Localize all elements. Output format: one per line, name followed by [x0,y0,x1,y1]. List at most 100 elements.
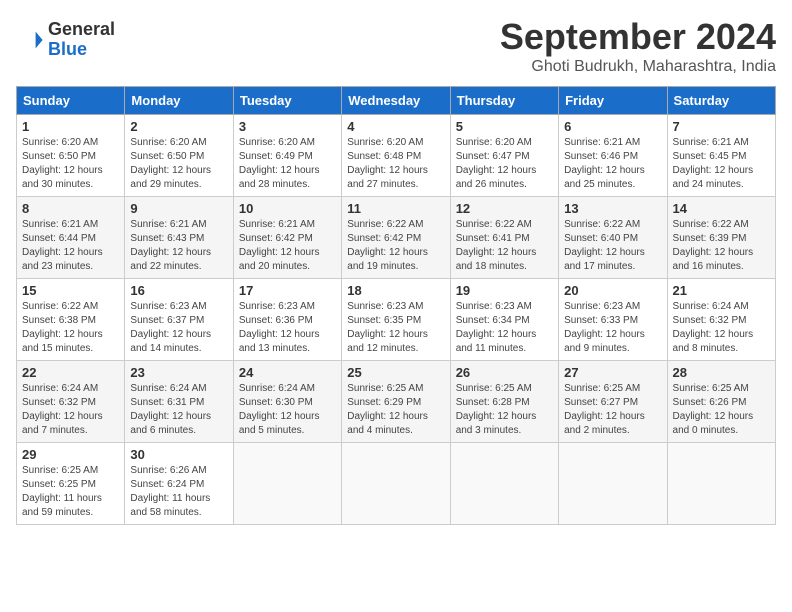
day-detail: Sunrise: 6:22 AMSunset: 6:39 PMDaylight:… [673,218,770,274]
day-detail: Sunrise: 6:24 AMSunset: 6:30 PMDaylight:… [239,382,336,438]
day-header-friday: Friday [559,87,667,115]
month-title: September 2024 [500,16,776,58]
day-number: 10 [239,201,336,216]
calendar-cell: 30 Sunrise: 6:26 AMSunset: 6:24 PMDayligh… [125,443,233,525]
logo: General Blue [16,20,115,60]
day-detail: Sunrise: 6:24 AMSunset: 6:32 PMDaylight:… [673,300,770,356]
day-header-monday: Monday [125,87,233,115]
day-number: 29 [22,447,119,462]
day-detail: Sunrise: 6:23 AMSunset: 6:35 PMDaylight:… [347,300,444,356]
day-number: 14 [673,201,770,216]
day-detail: Sunrise: 6:21 AMSunset: 6:43 PMDaylight:… [130,218,227,274]
calendar-cell: 6 Sunrise: 6:21 AMSunset: 6:46 PMDaylight… [559,115,667,197]
day-detail: Sunrise: 6:20 AMSunset: 6:50 PMDaylight:… [22,136,119,192]
calendar-cell: 29 Sunrise: 6:25 AMSunset: 6:25 PMDayligh… [17,443,125,525]
calendar-cell: 21 Sunrise: 6:24 AMSunset: 6:32 PMDayligh… [667,279,775,361]
day-number: 13 [564,201,661,216]
calendar-cell: 5 Sunrise: 6:20 AMSunset: 6:47 PMDaylight… [450,115,558,197]
day-number: 26 [456,365,553,380]
calendar-cell: 4 Sunrise: 6:20 AMSunset: 6:48 PMDaylight… [342,115,450,197]
day-header-saturday: Saturday [667,87,775,115]
day-number: 30 [130,447,227,462]
day-number: 15 [22,283,119,298]
week-row-1: 1 Sunrise: 6:20 AMSunset: 6:50 PMDaylight… [17,115,776,197]
day-number: 9 [130,201,227,216]
day-detail: Sunrise: 6:23 AMSunset: 6:34 PMDaylight:… [456,300,553,356]
calendar-cell: 12Sunrise: 6:22 AMSunset: 6:41 PMDayligh… [450,197,558,279]
day-number: 1 [22,119,119,134]
day-number: 20 [564,283,661,298]
day-header-tuesday: Tuesday [233,87,341,115]
calendar-cell: 20Sunrise: 6:23 AMSunset: 6:33 PMDayligh… [559,279,667,361]
day-number: 4 [347,119,444,134]
calendar-cell: 19 Sunrise: 6:23 AMSunset: 6:34 PMDayligh… [450,279,558,361]
day-number: 21 [673,283,770,298]
day-number: 6 [564,119,661,134]
calendar-cell [450,443,558,525]
calendar-cell: 1 Sunrise: 6:20 AMSunset: 6:50 PMDaylight… [17,115,125,197]
calendar-cell: 22Sunrise: 6:24 AMSunset: 6:32 PMDayligh… [17,361,125,443]
day-detail: Sunrise: 6:23 AMSunset: 6:37 PMDaylight:… [130,300,227,356]
day-number: 23 [130,365,227,380]
day-detail: Sunrise: 6:20 AMSunset: 6:49 PMDaylight:… [239,136,336,192]
day-header-wednesday: Wednesday [342,87,450,115]
day-detail: Sunrise: 6:25 AMSunset: 6:27 PMDaylight:… [564,382,661,438]
day-detail: Sunrise: 6:22 AMSunset: 6:38 PMDaylight:… [22,300,119,356]
day-number: 27 [564,365,661,380]
week-row-2: 8Sunrise: 6:21 AMSunset: 6:44 PMDaylight… [17,197,776,279]
logo-general: General [48,19,115,39]
calendar-cell: 23Sunrise: 6:24 AMSunset: 6:31 PMDayligh… [125,361,233,443]
day-detail: Sunrise: 6:20 AMSunset: 6:47 PMDaylight:… [456,136,553,192]
calendar-cell: 27 Sunrise: 6:25 AMSunset: 6:27 PMDayligh… [559,361,667,443]
calendar-cell: 2 Sunrise: 6:20 AMSunset: 6:50 PMDaylight… [125,115,233,197]
location-subtitle: Ghoti Budrukh, Maharashtra, India [500,58,776,76]
title-block: September 2024 Ghoti Budrukh, Maharashtr… [500,16,776,76]
day-detail: Sunrise: 6:22 AMSunset: 6:40 PMDaylight:… [564,218,661,274]
day-detail: Sunrise: 6:21 AMSunset: 6:45 PMDaylight:… [673,136,770,192]
calendar-cell [233,443,341,525]
logo-blue: Blue [48,39,87,59]
logo-text: General Blue [48,20,115,60]
calendar-cell: 28Sunrise: 6:25 AMSunset: 6:26 PMDayligh… [667,361,775,443]
calendar-cell: 16 Sunrise: 6:23 AMSunset: 6:37 PMDayligh… [125,279,233,361]
week-row-3: 15 Sunrise: 6:22 AMSunset: 6:38 PMDayligh… [17,279,776,361]
calendar-cell [667,443,775,525]
day-number: 2 [130,119,227,134]
calendar-cell: 14 Sunrise: 6:22 AMSunset: 6:39 PMDayligh… [667,197,775,279]
day-number: 12 [456,201,553,216]
day-detail: Sunrise: 6:21 AMSunset: 6:46 PMDaylight:… [564,136,661,192]
header-row: SundayMondayTuesdayWednesdayThursdayFrid… [17,87,776,115]
day-header-sunday: Sunday [17,87,125,115]
calendar-cell: 11 Sunrise: 6:22 AMSunset: 6:42 PMDayligh… [342,197,450,279]
calendar-cell: 13 Sunrise: 6:22 AMSunset: 6:40 PMDayligh… [559,197,667,279]
day-detail: Sunrise: 6:21 AMSunset: 6:44 PMDaylight:… [22,218,119,274]
day-detail: Sunrise: 6:21 AMSunset: 6:42 PMDaylight:… [239,218,336,274]
calendar-cell [342,443,450,525]
day-number: 22 [22,365,119,380]
calendar-cell [559,443,667,525]
calendar-cell: 8Sunrise: 6:21 AMSunset: 6:44 PMDaylight… [17,197,125,279]
day-detail: Sunrise: 6:23 AMSunset: 6:36 PMDaylight:… [239,300,336,356]
day-detail: Sunrise: 6:25 AMSunset: 6:29 PMDaylight:… [347,382,444,438]
day-detail: Sunrise: 6:26 AMSunset: 6:24 PMDaylight:… [130,464,227,520]
calendar-cell: 26 Sunrise: 6:25 AMSunset: 6:28 PMDayligh… [450,361,558,443]
day-number: 19 [456,283,553,298]
day-detail: Sunrise: 6:20 AMSunset: 6:48 PMDaylight:… [347,136,444,192]
day-number: 24 [239,365,336,380]
day-number: 3 [239,119,336,134]
day-number: 11 [347,201,444,216]
day-detail: Sunrise: 6:22 AMSunset: 6:42 PMDaylight:… [347,218,444,274]
calendar-cell: 25Sunrise: 6:25 AMSunset: 6:29 PMDayligh… [342,361,450,443]
day-number: 17 [239,283,336,298]
calendar-cell: 9 Sunrise: 6:21 AMSunset: 6:43 PMDaylight… [125,197,233,279]
day-number: 16 [130,283,227,298]
day-detail: Sunrise: 6:25 AMSunset: 6:25 PMDaylight:… [22,464,119,520]
day-number: 18 [347,283,444,298]
day-detail: Sunrise: 6:20 AMSunset: 6:50 PMDaylight:… [130,136,227,192]
day-number: 5 [456,119,553,134]
logo-icon [16,26,44,54]
calendar-cell: 15 Sunrise: 6:22 AMSunset: 6:38 PMDayligh… [17,279,125,361]
calendar-cell: 7Sunrise: 6:21 AMSunset: 6:45 PMDaylight… [667,115,775,197]
day-detail: Sunrise: 6:25 AMSunset: 6:28 PMDaylight:… [456,382,553,438]
day-header-thursday: Thursday [450,87,558,115]
